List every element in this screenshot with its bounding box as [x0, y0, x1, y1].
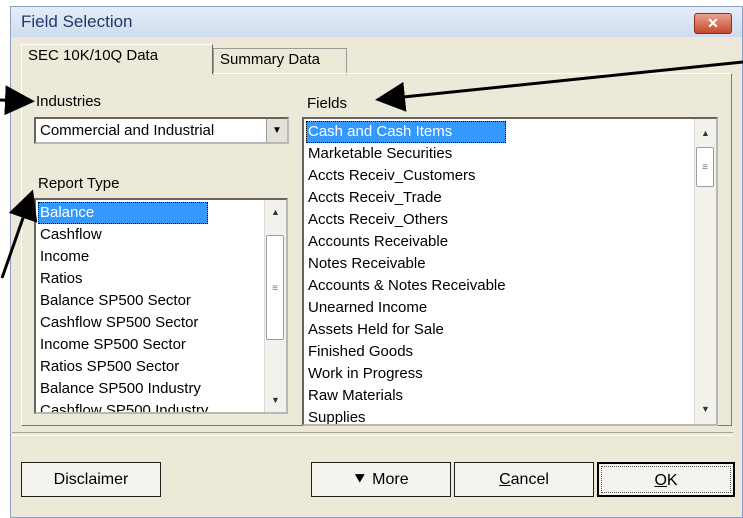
list-item[interactable]: Marketable Securities	[306, 143, 506, 165]
list-item[interactable]: Finished Goods	[306, 341, 506, 363]
list-item[interactable]: Balance SP500 Industry	[38, 378, 208, 400]
tab-summary-data[interactable]: Summary Data	[213, 48, 347, 75]
list-item[interactable]: Unearned Income	[306, 297, 506, 319]
report-type-scrollbar[interactable]: ▲ ≡ ▼	[264, 200, 286, 412]
list-item[interactable]: Ratios SP500 Sector	[38, 356, 208, 378]
list-item[interactable]: Accts Receiv_Others	[306, 209, 506, 231]
close-icon: ✕	[707, 15, 719, 31]
tab-sec-10k-10q-data[interactable]: SEC 10K/10Q Data	[21, 44, 213, 74]
scroll-up-arrow-icon[interactable]: ▲	[695, 123, 716, 143]
list-item[interactable]: Assets Held for Sale	[306, 319, 506, 341]
fields-label: Fields	[307, 95, 348, 112]
dialog-title: Field Selection	[21, 12, 133, 31]
industries-label: Industries	[36, 93, 102, 110]
fields-list[interactable]: Cash and Cash Items Marketable Securities…	[302, 117, 718, 426]
list-item[interactable]: Accts Receiv_Trade	[306, 187, 506, 209]
list-item[interactable]: Cashflow	[38, 224, 208, 246]
list-item[interactable]: Raw Materials	[306, 385, 506, 407]
list-item[interactable]: Balance	[38, 202, 209, 224]
list-item[interactable]: Accounts Receivable	[306, 231, 506, 253]
list-item[interactable]: Work in Progress	[306, 363, 506, 385]
list-item[interactable]: Cash and Cash Items	[306, 121, 506, 143]
report-type-label: Report Type	[38, 175, 120, 192]
scroll-up-arrow-icon[interactable]: ▲	[265, 202, 286, 222]
industries-selected-value: Commercial and Industrial	[40, 122, 215, 139]
close-button[interactable]: ✕	[694, 13, 732, 34]
industries-dropdown[interactable]: Commercial and Industrial ▼	[34, 117, 289, 144]
report-type-items: Balance Cashflow Income Ratios Balance SP500…	[38, 202, 209, 412]
list-item[interactable]: Accounts & Notes Receivable	[306, 275, 506, 297]
scroll-thumb[interactable]: ≡	[696, 147, 714, 187]
list-item[interactable]: Income SP500 Sector	[38, 334, 208, 356]
chevron-down-icon[interactable]: ▼	[266, 119, 287, 142]
list-item[interactable]: Ratios	[38, 268, 208, 290]
list-item[interactable]: Cashflow SP500 Industry	[38, 400, 208, 412]
scroll-thumb[interactable]: ≡	[266, 235, 284, 340]
cancel-button[interactable]: Cancel	[454, 462, 594, 497]
scroll-down-arrow-icon[interactable]: ▼	[265, 390, 286, 410]
list-item[interactable]: Cashflow SP500 Sector	[38, 312, 208, 334]
ok-button[interactable]: OK	[597, 462, 735, 497]
tab-label: SEC 10K/10Q Data	[28, 47, 159, 64]
list-item[interactable]: Accts Receiv_Customers	[306, 165, 506, 187]
divider	[12, 432, 733, 436]
tab-label: Summary Data	[220, 51, 321, 68]
list-item[interactable]: Income	[38, 246, 208, 268]
fields-items: Cash and Cash Items Marketable Securities…	[306, 121, 506, 424]
list-item[interactable]: Balance SP500 Sector	[38, 290, 208, 312]
fields-scrollbar[interactable]: ▲ ≡ ▼	[694, 119, 716, 424]
list-item[interactable]: Supplies	[306, 407, 506, 424]
title-bar: Field Selection ✕	[11, 7, 742, 37]
more-button[interactable]: ⯆ More	[311, 462, 451, 497]
report-type-list[interactable]: Balance Cashflow Income Ratios Balance SP500…	[34, 198, 288, 414]
double-chevron-down-icon: ⯆	[353, 471, 367, 488]
list-item[interactable]: Notes Receivable	[306, 253, 506, 275]
scroll-down-arrow-icon[interactable]: ▼	[695, 399, 716, 419]
disclaimer-button[interactable]: Disclaimer	[21, 462, 161, 497]
